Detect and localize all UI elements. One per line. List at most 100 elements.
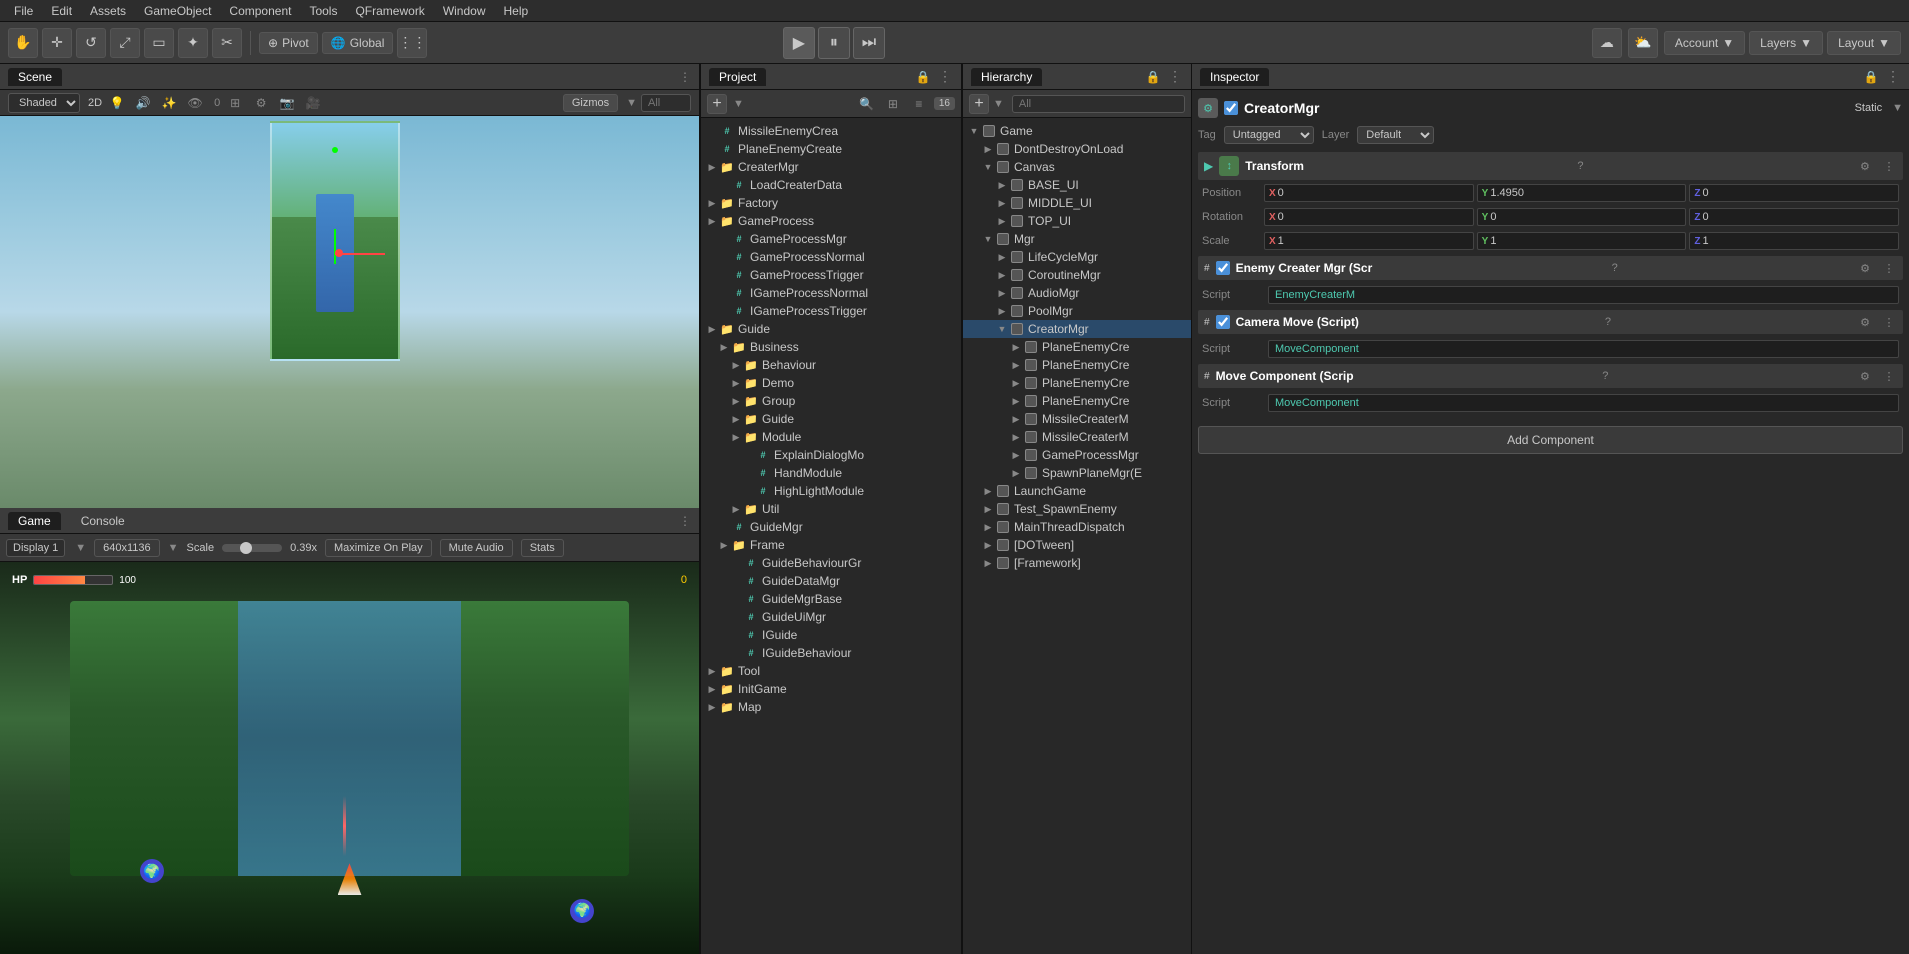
scene-more-btn[interactable]: ⋮	[679, 70, 691, 84]
play-button[interactable]: ▶	[783, 27, 815, 59]
hierarchy-item-mainthreaddispatch[interactable]: ▶MainThreadDispatch	[963, 518, 1191, 536]
project-item-guide[interactable]: ▶📁Guide	[701, 320, 961, 338]
tree-expand-arrow[interactable]: ▶	[1009, 378, 1023, 389]
camera-move-settings-btn[interactable]: ⚙	[1857, 314, 1873, 330]
tree-expand-arrow[interactable]: ▶	[995, 216, 1009, 227]
tree-expand-arrow[interactable]: ▶	[1009, 450, 1023, 461]
camera-move-header[interactable]: # Camera Move (Script) ? ⚙ ⋮	[1198, 310, 1903, 334]
tree-expand-arrow[interactable]: ▶	[995, 252, 1009, 263]
tree-expand-arrow[interactable]: ▼	[967, 126, 981, 136]
hierarchy-item-middle_ui[interactable]: ▶MIDDLE_UI	[963, 194, 1191, 212]
hierarchy-item-launchgame[interactable]: ▶LaunchGame	[963, 482, 1191, 500]
project-item-explaindialogmod[interactable]: #ExplainDialogMo	[701, 446, 961, 464]
tree-expand-arrow[interactable]: ▶	[995, 306, 1009, 317]
hierarchy-item-audiomgr[interactable]: ▶AudioMgr	[963, 284, 1191, 302]
project-item-gameprocess[interactable]: ▶📁GameProcess	[701, 212, 961, 230]
move-tool[interactable]: ✛	[42, 28, 72, 58]
object-active-checkbox[interactable]	[1224, 101, 1238, 115]
hierarchy-item-coroutinemgr[interactable]: ▶CoroutineMgr	[963, 266, 1191, 284]
step-button[interactable]: ⏭	[853, 27, 885, 59]
enemy-creater-header[interactable]: # Enemy Creater Mgr (Scr ? ⚙ ⋮	[1198, 256, 1903, 280]
project-item-igameprocessnormal[interactable]: #IGameProcessNormal	[701, 284, 961, 302]
position-y-field[interactable]: Y 1.4950	[1477, 184, 1687, 202]
hierarchy-item-gameprocessmgr_h[interactable]: ▶GameProcessMgr	[963, 446, 1191, 464]
position-z-field[interactable]: Z 0	[1689, 184, 1899, 202]
hierarchy-item-planeenemycre1[interactable]: ▶PlaneEnemyCre	[963, 338, 1191, 356]
tree-expand-arrow[interactable]: ▶	[981, 486, 995, 497]
menu-qframework[interactable]: QFramework	[347, 2, 432, 20]
menu-edit[interactable]: Edit	[43, 2, 80, 20]
enemy-creater-info-btn[interactable]: ?	[1607, 260, 1623, 276]
rotation-z-field[interactable]: Z 0	[1689, 208, 1899, 226]
project-more-btn[interactable]: ⋮	[937, 69, 953, 85]
cloud-button[interactable]: ⛅	[1628, 28, 1658, 58]
hierarchy-item-missilecreatorm2[interactable]: ▶MissileCreaterM	[963, 428, 1191, 446]
tree-expand-arrow[interactable]: ▶	[995, 180, 1009, 191]
resolution-dropdown[interactable]: 640x1136	[94, 539, 160, 557]
2d-button[interactable]: 2D	[88, 97, 102, 109]
effects-btn[interactable]: ✨	[158, 92, 180, 114]
lighting-btn[interactable]: 💡	[106, 92, 128, 114]
hierarchy-item-planeenemycre4[interactable]: ▶PlaneEnemyCre	[963, 392, 1191, 410]
move-component-settings-btn[interactable]: ⚙	[1857, 368, 1873, 384]
tree-expand-arrow[interactable]: ▶	[981, 504, 995, 515]
tree-expand-arrow[interactable]: ▶	[1009, 432, 1023, 443]
hierarchy-add-btn[interactable]: +	[969, 94, 989, 114]
project-item-guidedatamgr[interactable]: #GuideDataMgr	[701, 572, 961, 590]
rotation-y-field[interactable]: Y 0	[1477, 208, 1687, 226]
enemy-creater-settings-btn[interactable]: ⚙	[1857, 260, 1873, 276]
hierarchy-item-game[interactable]: ▼Game	[963, 122, 1191, 140]
project-item-highlightmodule[interactable]: #HighLightModule	[701, 482, 961, 500]
menu-assets[interactable]: Assets	[82, 2, 134, 20]
tree-expand-arrow[interactable]: ▶	[981, 558, 995, 569]
move-component-header[interactable]: # Move Component (Scrip ? ⚙ ⋮	[1198, 364, 1903, 388]
tree-expand-arrow[interactable]: ▶	[981, 144, 995, 155]
rotation-x-field[interactable]: X 0	[1264, 208, 1474, 226]
project-item-business[interactable]: ▶📁Business	[701, 338, 961, 356]
project-lock-btn[interactable]: 🔒	[915, 69, 931, 85]
project-item-guidemgr[interactable]: #GuideMgr	[701, 518, 961, 536]
tab-project[interactable]: Project	[709, 68, 766, 86]
hierarchy-item-canvas[interactable]: ▼Canvas	[963, 158, 1191, 176]
menu-help[interactable]: Help	[496, 2, 537, 20]
hierarchy-lock-btn[interactable]: 🔒	[1145, 69, 1161, 85]
project-item-map[interactable]: ▶📁Map	[701, 698, 961, 716]
move-component-more-btn[interactable]: ⋮	[1881, 368, 1897, 384]
custom-tool[interactable]: ✂	[212, 28, 242, 58]
project-item-tool[interactable]: ▶📁Tool	[701, 662, 961, 680]
tree-expand-arrow[interactable]: ▶	[981, 540, 995, 551]
menu-file[interactable]: File	[6, 2, 41, 20]
hierarchy-item-base_ui[interactable]: ▶BASE_UI	[963, 176, 1191, 194]
scale-z-field[interactable]: Z 1	[1689, 232, 1899, 250]
hierarchy-item-dotween[interactable]: ▶[DOTween]	[963, 536, 1191, 554]
transform-more-btn[interactable]: ⋮	[1881, 158, 1897, 174]
hierarchy-item-poolmgr[interactable]: ▶PoolMgr	[963, 302, 1191, 320]
enemy-creater-checkbox[interactable]	[1216, 261, 1230, 275]
project-item-guidebehaviourgr[interactable]: #GuideBehaviourGr	[701, 554, 961, 572]
project-item-guide2[interactable]: ▶📁Guide	[701, 410, 961, 428]
grid-btn[interactable]: ⊞	[224, 92, 246, 114]
enemy-creater-more-btn[interactable]: ⋮	[1881, 260, 1897, 276]
static-chevron[interactable]: ▼	[1892, 102, 1903, 114]
tree-expand-arrow[interactable]: ▶	[1009, 360, 1023, 371]
camera-move-checkbox[interactable]	[1216, 315, 1230, 329]
tree-expand-arrow[interactable]: ▶	[995, 288, 1009, 299]
tab-game[interactable]: Game	[8, 512, 61, 530]
project-item-guideuimgr[interactable]: #GuideUiMgr	[701, 608, 961, 626]
tree-expand-arrow[interactable]: ▶	[981, 522, 995, 533]
scale-tool[interactable]: ⤢	[110, 28, 140, 58]
project-item-handmodule[interactable]: #HandModule	[701, 464, 961, 482]
hierarchy-item-test_spawnenemy[interactable]: ▶Test_SpawnEnemy	[963, 500, 1191, 518]
project-item-gameprocessnormal[interactable]: #GameProcessNormal	[701, 248, 961, 266]
rect-tool[interactable]: ▭	[144, 28, 174, 58]
tab-hierarchy[interactable]: Hierarchy	[971, 68, 1042, 86]
scale-x-field[interactable]: X 1	[1264, 232, 1474, 250]
hierarchy-item-spawnplanemgr[interactable]: ▶SpawnPlaneMgr(E	[963, 464, 1191, 482]
project-item-initgame[interactable]: ▶📁InitGame	[701, 680, 961, 698]
tag-select[interactable]: Untagged	[1224, 126, 1314, 144]
position-x-field[interactable]: X 0	[1264, 184, 1474, 202]
project-item-igameprocesstrigger[interactable]: #IGameProcessTrigger	[701, 302, 961, 320]
mute-audio-btn[interactable]: Mute Audio	[440, 539, 513, 557]
hierarchy-item-lifecyclemgr[interactable]: ▶LifeCycleMgr	[963, 248, 1191, 266]
layers-dropdown[interactable]: Layers ▼	[1749, 31, 1823, 55]
